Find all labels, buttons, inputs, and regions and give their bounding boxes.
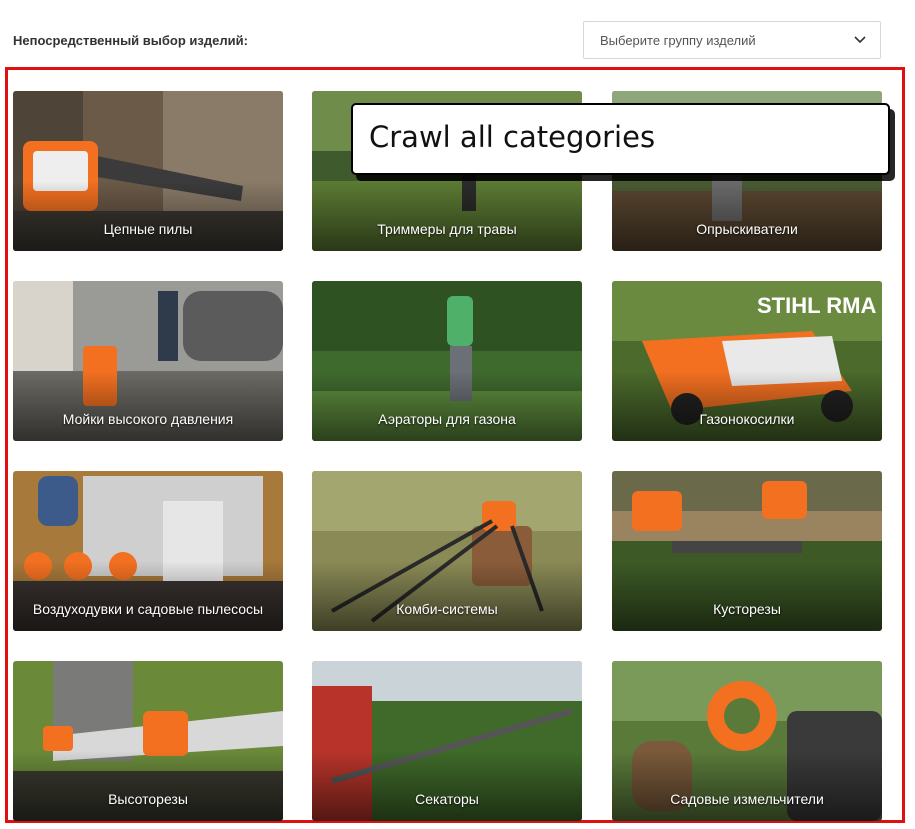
tile-label: Опрыскиватели [696,221,798,237]
tile-label: Воздуходувки и садовые пылесосы [32,601,264,617]
category-tile-pressure-washers[interactable]: Мойки высокого давления [13,281,283,441]
tile-label: Мойки высокого давления [62,411,234,427]
tile-label: Секаторы [415,791,479,807]
product-group-select-value: Выберите группу изделий [600,32,756,48]
tile-shade [13,371,283,441]
tile-shade [312,751,582,821]
category-tile-blowers-vacuums[interactable]: Воздуходувки и садовые пылесосы [13,471,283,631]
category-tile-garden-shredders[interactable]: Садовые измельчители [612,661,882,821]
tile-shade [612,371,882,441]
tile-label: Высоторезы [108,791,188,807]
lawnmower-brand-text: STIHL RMA 4 [757,293,882,318]
category-tile-pruners[interactable]: Секаторы [312,661,582,821]
tile-shade [612,751,882,821]
product-group-select[interactable]: Выберите группу изделий [583,21,881,59]
chevron-down-icon [854,36,866,44]
tile-label: Кусторезы [713,601,781,617]
tile-label: Цепные пилы [103,221,193,237]
category-tile-combi-systems[interactable]: Комби-системы [312,471,582,631]
tile-shade [13,751,283,821]
tile-shade [13,181,283,251]
tile-shade [312,181,582,251]
tile-label: Садовые измельчители [670,791,824,807]
tile-shade [612,561,882,631]
annotation-callout: Crawl all categories [351,103,890,175]
category-tile-chainsaws[interactable]: Цепные пилы [13,91,283,251]
tile-shade [312,371,582,441]
annotation-callout-text: Crawl all categories [369,120,656,154]
tile-label: Аэраторы для газона [378,411,516,427]
tile-shade [312,561,582,631]
tile-shade [13,561,283,631]
category-tile-lawn-aerators[interactable]: Аэраторы для газона [312,281,582,441]
tile-label: Комби-системы [396,601,498,617]
category-tile-hedge-trimmers[interactable]: Кусторезы [612,471,882,631]
category-tile-pole-pruners[interactable]: Высоторезы [13,661,283,821]
tile-shade [612,181,882,251]
category-tile-lawnmowers[interactable]: STIHL RMA 4 Газонокосилки [612,281,882,441]
tile-label: Триммеры для травы [377,221,517,237]
direct-selection-label: Непосредственный выбор изделий: [13,33,248,48]
tile-label: Газонокосилки [699,411,795,427]
